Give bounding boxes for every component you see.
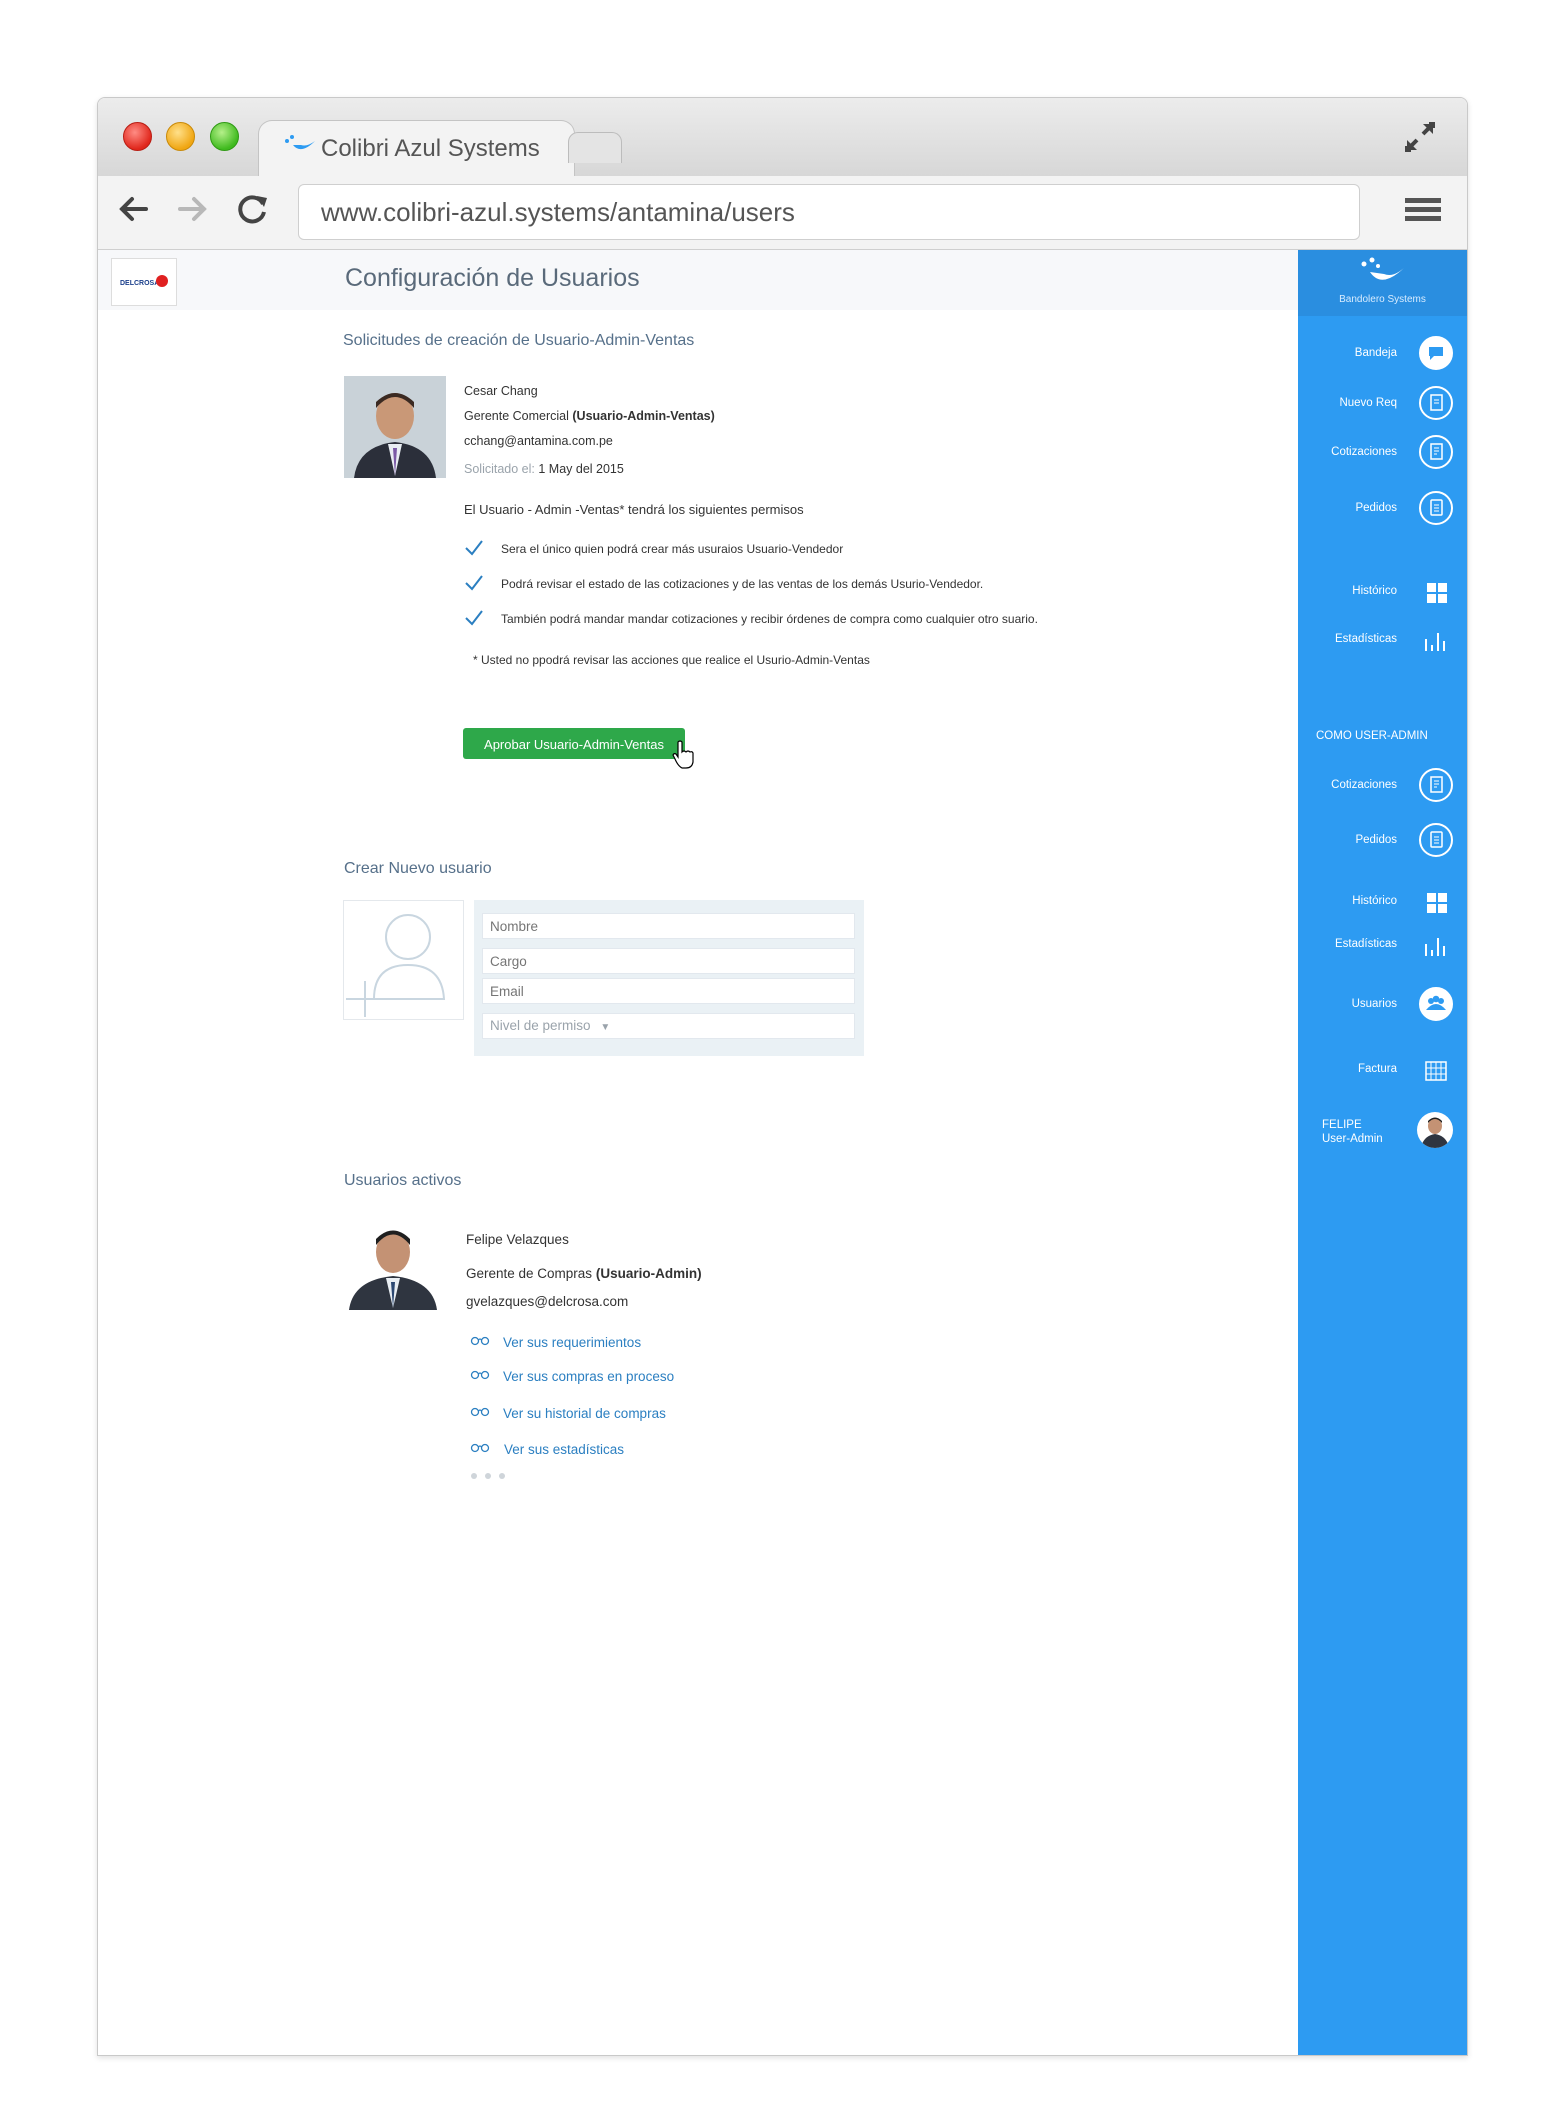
sidebar-admin-item-usuarios[interactable]: Usuarios <box>1298 985 1467 1025</box>
glasses-icon <box>470 1443 490 1453</box>
company-logo: DELCROSA <box>111 258 177 306</box>
sidebar-item-pedidos[interactable]: Pedidos <box>1298 489 1467 529</box>
requests-section-title: Solicitudes de creación de Usuario-Admin… <box>343 332 695 349</box>
check-icon <box>465 540 483 556</box>
permission-item: Sera el único quien podrá crear más usur… <box>501 542 844 556</box>
orders-icon <box>1419 491 1453 525</box>
profile-text: FELIPE User-Admin <box>1322 1119 1383 1145</box>
chat-icon <box>1419 336 1453 370</box>
requester-email: cchang@antamina.com.pe <box>464 434 613 448</box>
permission-level-select[interactable]: Nivel de permiso ▼ <box>482 1013 855 1039</box>
sidebar-admin-item-estadisticas[interactable]: Estadísticas <box>1298 925 1467 965</box>
browser-window: Colibri Azul Systems www.colibri-azul.sy… <box>97 97 1468 2056</box>
permissions-intro: El Usuario - Admin -Ventas* tendrá los s… <box>464 502 804 517</box>
sidebar-brand[interactable]: Bandolero Systems <box>1298 250 1467 316</box>
sidebar-item-estadisticas[interactable]: Estadísticas <box>1298 620 1467 660</box>
sidebar-admin-item-pedidos[interactable]: Pedidos <box>1298 821 1467 861</box>
browser-toolbar: www.colibri-azul.systems/antamina/users <box>98 176 1467 250</box>
hand-cursor-icon <box>672 740 694 769</box>
active-user-email: gvelazques@delcrosa.com <box>466 1294 629 1309</box>
approve-button[interactable]: Aprobar Usuario-Admin-Ventas <box>463 728 685 759</box>
sidebar-admin-item-historico[interactable]: Histórico <box>1298 882 1467 922</box>
grid-icon <box>1427 893 1447 913</box>
quote-icon <box>1419 768 1453 802</box>
address-bar[interactable]: www.colibri-azul.systems/antamina/users <box>298 184 1360 240</box>
users-icon <box>1419 987 1453 1021</box>
sidebar-profile[interactable]: FELIPE User-Admin <box>1298 1108 1467 1156</box>
maximize-window-button[interactable] <box>210 122 239 151</box>
reload-icon[interactable] <box>236 192 270 226</box>
sidebar-item-nuevo-req[interactable]: Nuevo Req <box>1298 384 1467 424</box>
view-purchase-history-link[interactable]: Ver su historial de compras <box>470 1406 666 1421</box>
close-window-button[interactable] <box>123 122 152 151</box>
sidebar-item-historico[interactable]: Histórico <box>1298 572 1467 612</box>
hamburger-menu-icon[interactable] <box>1405 194 1441 226</box>
requester-photo <box>344 376 446 478</box>
main-content: DELCROSA Configuración de Usuarios Solic… <box>98 250 1298 2055</box>
more-options-icon[interactable] <box>471 1466 513 1484</box>
dropdown-arrow-icon: ▼ <box>600 1022 611 1033</box>
new-tab-button[interactable] <box>568 132 622 163</box>
browser-tab[interactable]: Colibri Azul Systems <box>258 120 575 177</box>
admin-section-label: COMO USER-ADMIN <box>1316 730 1428 742</box>
requester-name: Cesar Chang <box>464 384 538 398</box>
invoice-icon <box>1425 1061 1447 1081</box>
page-title: Configuración de Usuarios <box>345 264 640 292</box>
page-header: DELCROSA Configuración de Usuarios <box>98 250 1298 310</box>
browser-titlebar: Colibri Azul Systems <box>98 98 1467 177</box>
quote-icon <box>1419 435 1453 469</box>
new-user-section-title: Crear Nuevo usuario <box>344 860 492 877</box>
active-users-section-title: Usuarios activos <box>344 1172 462 1189</box>
glasses-icon <box>470 1370 490 1380</box>
forward-arrow-icon[interactable] <box>176 192 210 226</box>
permission-item: Podrá revisar el estado de las cotizacio… <box>501 577 984 591</box>
sidebar-item-cotizaciones[interactable]: Cotizaciones <box>1298 433 1467 473</box>
new-user-form: Nivel de permiso ▼ <box>474 900 864 1056</box>
glasses-icon <box>470 1407 490 1417</box>
permission-level-label: Nivel de permiso <box>490 1018 591 1033</box>
view-purchases-in-progress-link[interactable]: Ver sus compras en proceso <box>470 1369 674 1384</box>
sidebar-admin-item-cotizaciones[interactable]: Cotizaciones <box>1298 766 1467 806</box>
glasses-icon <box>470 1336 490 1346</box>
view-statistics-link[interactable]: Ver sus estadísticas <box>470 1442 624 1457</box>
bar-chart-icon <box>1425 633 1445 651</box>
svg-text:DELCROSA: DELCROSA <box>120 280 159 287</box>
hummingbird-logo-icon <box>1361 257 1406 280</box>
active-user-name: Felipe Velazques <box>466 1232 569 1247</box>
minimize-window-button[interactable] <box>166 122 195 151</box>
orders-icon <box>1419 823 1453 857</box>
add-user-icon <box>346 914 446 1017</box>
sidebar-admin-item-factura[interactable]: Factura <box>1298 1050 1467 1090</box>
permissions-note: * Usted no ppodrá revisar las acciones q… <box>473 653 870 667</box>
request-date: Solicitado el: 1 May del 2015 <box>464 462 624 476</box>
sidebar: Bandolero Systems Bandeja Nuevo Req Coti… <box>1298 250 1467 2055</box>
view-requirements-link[interactable]: Ver sus requerimientos <box>470 1335 641 1350</box>
permission-item: También podrá mandar mandar cotizaciones… <box>501 612 1038 626</box>
cargo-field[interactable] <box>482 948 855 974</box>
grid-icon <box>1427 583 1447 603</box>
email-field[interactable] <box>482 978 855 1004</box>
new-request-icon <box>1419 386 1453 420</box>
check-icon <box>465 575 483 591</box>
active-user-role: Gerente de Compras (Usuario-Admin) <box>466 1266 702 1281</box>
url-text: www.colibri-azul.systems/antamina/users <box>321 197 795 227</box>
requester-role: Gerente Comercial (Usuario-Admin-Ventas) <box>464 409 715 423</box>
tab-title: Colibri Azul Systems <box>321 135 540 162</box>
name-field[interactable] <box>482 913 855 939</box>
bar-chart-icon <box>1425 938 1445 956</box>
sidebar-item-bandeja[interactable]: Bandeja <box>1298 334 1467 374</box>
hummingbird-icon <box>285 135 315 150</box>
check-icon <box>465 610 483 626</box>
back-arrow-icon[interactable] <box>116 192 150 226</box>
avatar <box>1417 1112 1453 1148</box>
active-user-photo <box>347 1218 439 1310</box>
fullscreen-icon[interactable] <box>1403 120 1437 154</box>
brand-name: Bandolero Systems <box>1339 294 1426 305</box>
add-photo-placeholder[interactable] <box>343 900 464 1020</box>
